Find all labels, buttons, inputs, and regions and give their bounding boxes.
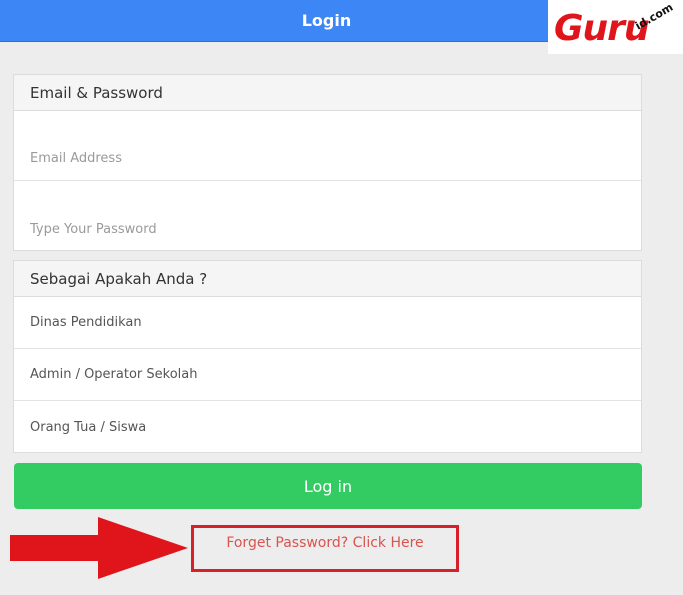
role-panel: Sebagai Apakah Anda ? Dinas Pendidikan A…	[13, 260, 642, 453]
role-heading: Sebagai Apakah Anda ?	[14, 261, 641, 297]
login-button[interactable]: Log in	[14, 463, 642, 509]
svg-text:id.com: id.com	[633, 1, 675, 33]
forget-password-link[interactable]: Forget Password? Click Here	[194, 535, 456, 551]
role-option-dinas[interactable]: Dinas Pendidikan	[14, 297, 641, 349]
email-row	[14, 111, 641, 181]
password-row	[14, 181, 641, 251]
password-field[interactable]	[30, 222, 625, 237]
role-option-admin[interactable]: Admin / Operator Sekolah	[14, 349, 641, 401]
svg-text:Guru: Guru	[554, 8, 649, 49]
role-option-parent-student[interactable]: Orang Tua / Siswa	[14, 401, 641, 453]
page-title: Login	[301, 11, 352, 30]
logo-graphic: Guru id.com	[554, 1, 675, 49]
red-arrow-icon	[10, 517, 190, 583]
forget-highlight-box: Forget Password? Click Here	[191, 525, 459, 572]
credentials-panel: Email & Password	[13, 74, 642, 251]
guru-logo: Guru id.com	[548, 0, 683, 54]
credentials-heading: Email & Password	[14, 75, 641, 111]
email-field[interactable]	[30, 151, 625, 166]
